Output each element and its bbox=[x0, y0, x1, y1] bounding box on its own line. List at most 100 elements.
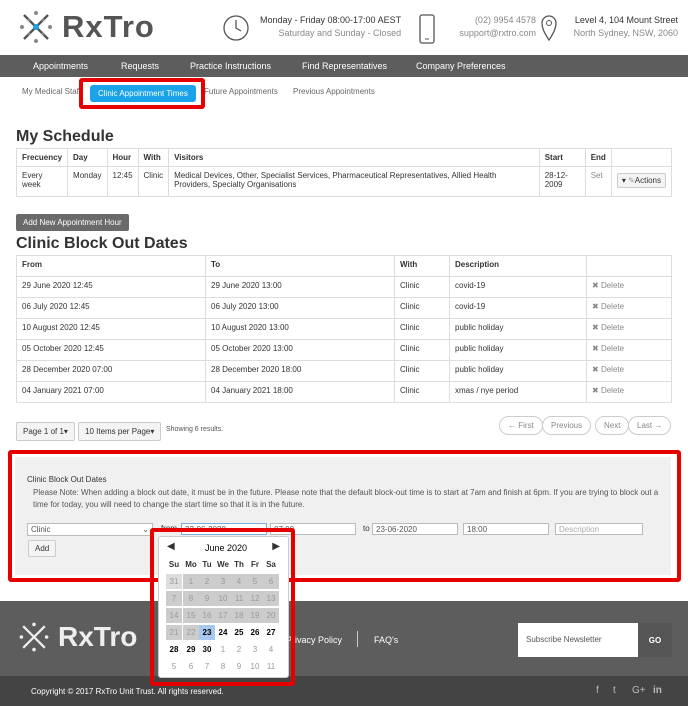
delete-button[interactable]: ✖ Delete bbox=[586, 276, 672, 298]
linkedin-icon[interactable]: in bbox=[653, 685, 662, 696]
faq-link[interactable]: FAQ's bbox=[374, 635, 398, 645]
tab-future-appointments[interactable]: Future Appointments bbox=[204, 87, 278, 96]
col-visitors: Visitors bbox=[168, 148, 540, 167]
hours-line2: Saturday and Sunday - Closed bbox=[278, 28, 402, 38]
calendar-day[interactable]: 2 bbox=[231, 642, 247, 657]
address-line1: Level 4, 104 Mount Street bbox=[574, 15, 678, 25]
delete-label: Delete bbox=[600, 386, 625, 395]
page-select-label: Page 1 of 1 bbox=[23, 427, 64, 436]
calendar-day[interactable]: 9 bbox=[231, 659, 247, 674]
calendar-day[interactable]: 25 bbox=[231, 625, 247, 640]
copyright-bar: Copyright © 2017 RxTro Unit Trust. All r… bbox=[0, 676, 688, 706]
table-row: 06 July 2020 12:45 06 July 2020 13:00 Clin… bbox=[16, 297, 672, 319]
delete-label: Delete bbox=[600, 365, 625, 374]
per-page-select[interactable]: 10 Items per Page▾ bbox=[78, 422, 162, 441]
col-with: With bbox=[394, 255, 450, 277]
footer-logo-text: RxTro bbox=[58, 621, 138, 652]
actions-button[interactable]: ▾ ✎Actions bbox=[616, 173, 666, 188]
nav-company-preferences[interactable]: Company Preferences bbox=[416, 61, 506, 71]
cell-from: 04 January 2021 07:00 bbox=[16, 381, 206, 403]
calendar-day: 12 bbox=[247, 591, 263, 606]
calendar-day[interactable]: 27 bbox=[263, 625, 279, 640]
newsletter-input[interactable]: Subscribe Newsletter bbox=[518, 623, 638, 657]
calendar-day[interactable]: 4 bbox=[263, 642, 279, 657]
close-icon: ✖ bbox=[592, 281, 599, 290]
tab-my-medical-staff[interactable]: My Medical Staff bbox=[22, 87, 81, 96]
cell-visitors: Medical Devices, Other, Specialist Servi… bbox=[168, 166, 540, 197]
close-icon: ✖ bbox=[592, 302, 599, 311]
contact-info: (02) 9954 4578 support@rxtro.com bbox=[418, 14, 536, 44]
tab-previous-appointments[interactable]: Previous Appointments bbox=[293, 87, 375, 96]
blockout-table: From To With Description 29 June 2020 12… bbox=[16, 255, 672, 403]
delete-button[interactable]: ✖ Delete bbox=[586, 297, 672, 319]
cell-with: Clinic bbox=[394, 360, 450, 382]
facebook-icon[interactable]: f bbox=[596, 685, 599, 696]
calendar-day[interactable]: 24 bbox=[215, 625, 231, 640]
calendar-day: 21 bbox=[166, 625, 182, 640]
nav-find-representatives[interactable]: Find Representatives bbox=[302, 61, 387, 71]
highlight-box-form bbox=[8, 450, 681, 582]
delete-button[interactable]: ✖ Delete bbox=[586, 360, 672, 382]
calendar-day[interactable]: 26 bbox=[247, 625, 263, 640]
col-description: Description bbox=[449, 255, 587, 277]
add-appointment-hour-button[interactable]: Add New Appointment Hour bbox=[16, 214, 129, 231]
calendar-day[interactable]: 30 bbox=[199, 642, 215, 657]
datepicker-popup: ◀ June 2020 ▶ Su Mo Tu We Th Fr Sa 31 1 2 3 4 5 6 7 8 9 1… bbox=[158, 536, 289, 678]
delete-button[interactable]: ✖ Delete bbox=[586, 318, 672, 340]
nav-practice-instructions[interactable]: Practice Instructions bbox=[190, 61, 271, 71]
nav-appointments[interactable]: Appointments bbox=[33, 61, 88, 71]
calendar-day[interactable]: 5 bbox=[166, 659, 182, 674]
delete-button[interactable]: ✖ Delete bbox=[586, 339, 672, 361]
phone-number[interactable]: (02) 9954 4578 bbox=[446, 14, 536, 27]
footer-logo[interactable]: RxTro bbox=[16, 619, 137, 655]
table-row: 28 December 2020 07:00 28 December 2020 1… bbox=[16, 360, 672, 382]
logo-icon bbox=[19, 622, 49, 652]
calendar-day[interactable]: 3 bbox=[247, 642, 263, 657]
prev-month-icon[interactable]: ◀ bbox=[167, 541, 175, 552]
newsletter-go-button[interactable]: GO bbox=[638, 623, 672, 657]
page-select[interactable]: Page 1 of 1▾ bbox=[16, 422, 75, 441]
address-info: Level 4, 104 Mount Street North Sydney, … bbox=[540, 14, 678, 42]
calendar-day: 11 bbox=[231, 591, 247, 606]
calendar-day[interactable]: 6 bbox=[183, 659, 199, 674]
cell-description: xmas / nye period bbox=[449, 381, 587, 403]
google-plus-icon[interactable]: G+ bbox=[632, 685, 646, 696]
table-row: 04 January 2021 07:00 04 January 2021 18:… bbox=[16, 381, 672, 403]
close-icon: ✖ bbox=[592, 344, 599, 353]
col-actions bbox=[610, 148, 673, 167]
next-month-icon[interactable]: ▶ bbox=[272, 541, 280, 552]
first-page-button[interactable]: ← First bbox=[499, 416, 543, 435]
weekday-sa: Sa bbox=[266, 560, 276, 569]
address-line2: North Sydney, NSW, 2060 bbox=[573, 28, 678, 38]
blockout-title: Clinic Block Out Dates bbox=[16, 235, 188, 252]
next-page-button[interactable]: Next bbox=[595, 416, 630, 435]
table-row: 29 June 2020 12:45 29 June 2020 13:00 Clin… bbox=[16, 276, 672, 298]
col-end: End bbox=[584, 148, 612, 167]
calendar-day[interactable]: 11 bbox=[263, 659, 279, 674]
calendar-day[interactable]: 1 bbox=[215, 642, 231, 657]
cell-to: 04 January 2021 18:00 bbox=[205, 381, 395, 403]
cell-to: 28 December 2020 18:00 bbox=[205, 360, 395, 382]
last-page-button[interactable]: Last → bbox=[628, 416, 672, 435]
nav-requests[interactable]: Requests bbox=[121, 61, 159, 71]
twitter-icon[interactable]: t bbox=[613, 685, 616, 696]
cell-with: Clinic bbox=[137, 166, 170, 197]
close-icon: ✖ bbox=[592, 386, 599, 395]
cell-to: 29 June 2020 13:00 bbox=[205, 276, 395, 298]
delete-button[interactable]: ✖ Delete bbox=[586, 381, 672, 403]
cell-description: public holiday bbox=[449, 360, 587, 382]
copyright-text: Copyright © 2017 RxTro Unit Trust. All r… bbox=[31, 687, 224, 696]
calendar-day[interactable]: 29 bbox=[183, 642, 199, 657]
email-link[interactable]: support@rxtro.com bbox=[446, 27, 536, 40]
calendar-day: 6 bbox=[263, 574, 279, 589]
weekday-mo: Mo bbox=[185, 560, 197, 569]
calendar-day[interactable]: 28 bbox=[166, 642, 182, 657]
calendar-day[interactable]: 7 bbox=[199, 659, 215, 674]
col-start: Start bbox=[538, 148, 586, 167]
calendar-day[interactable]: 8 bbox=[215, 659, 231, 674]
cell-hour: 12:45 bbox=[106, 166, 139, 197]
previous-page-button[interactable]: Previous bbox=[542, 416, 592, 435]
calendar-day[interactable]: 10 bbox=[247, 659, 263, 674]
logo[interactable]: RxTro bbox=[16, 7, 155, 47]
calendar-day[interactable]: 23 bbox=[199, 625, 215, 640]
